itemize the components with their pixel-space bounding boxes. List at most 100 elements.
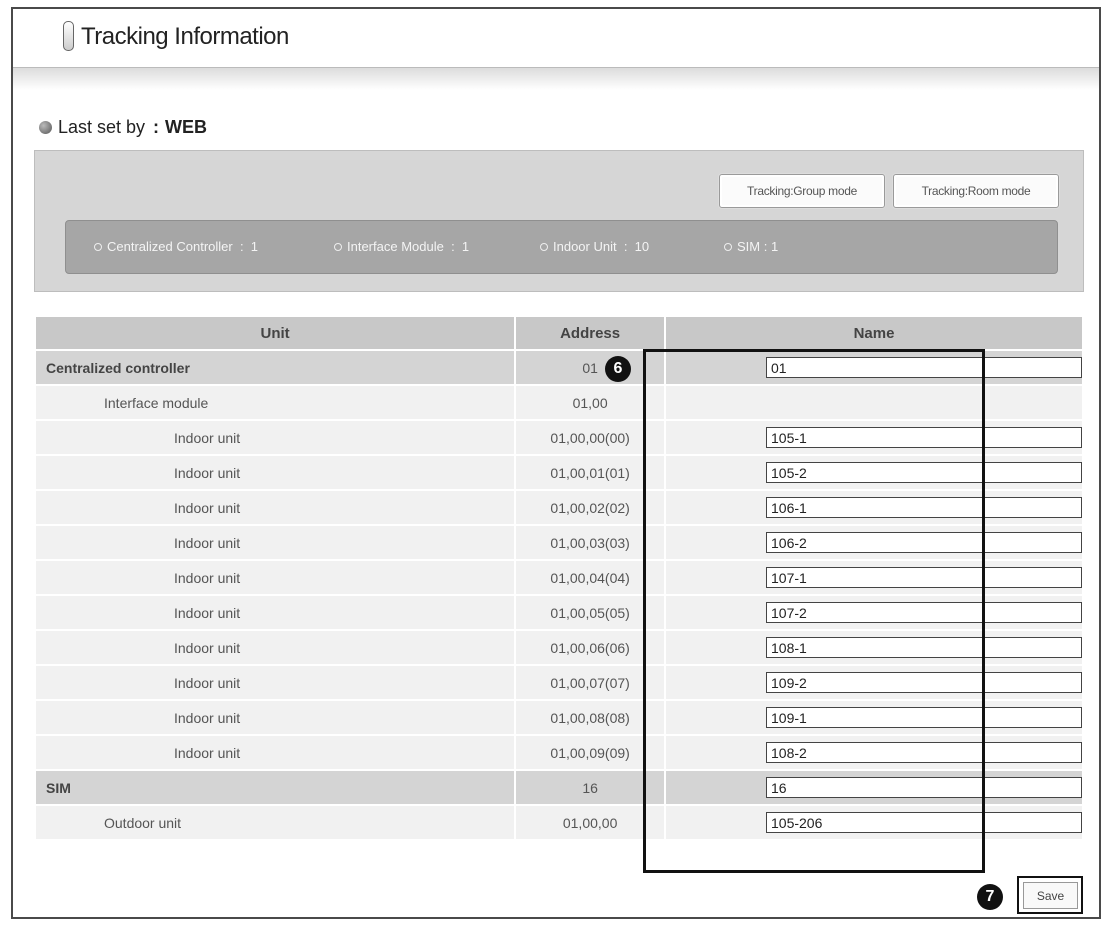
name-input[interactable] [766,602,1082,623]
address-cell: 01 [516,351,664,384]
table-row: Indoor unit 01,00,06(06) [36,631,1082,664]
table-row: Indoor unit 01,00,09(09) [36,736,1082,769]
count-interface-module: Interface Module : 1 [334,239,469,254]
tracking-room-mode-button[interactable]: Tracking:Room mode [893,174,1059,208]
count-value: 1 [770,239,779,254]
count-label: Centralized Controller [107,239,233,254]
name-input[interactable] [766,812,1082,833]
name-cell [666,736,1082,769]
bullet-icon [39,121,52,134]
name-input[interactable] [766,707,1082,728]
unit-cell: Interface module [36,386,515,419]
bullet-icon [724,242,732,251]
table-row: Outdoor unit 01,00,00 [36,806,1082,839]
address-cell: 01,00,07(07) [516,666,664,699]
last-set-label: Last set by [58,117,146,137]
unit-cell: Centralized controller [36,351,515,384]
name-cell [666,456,1082,489]
name-cell [666,701,1082,734]
table-row: Indoor unit 01,00,00(00) [36,421,1082,454]
name-cell [666,666,1082,699]
table-row: Indoor unit 01,00,02(02) [36,491,1082,524]
table-row: Indoor unit 01,00,01(01) [36,456,1082,489]
count-indoor-unit: Indoor Unit : 10 [540,239,649,254]
tracking-information-window: Tracking Information Last set by : WEB T… [11,7,1101,919]
table-row: Indoor unit 01,00,03(03) [36,526,1082,559]
name-input[interactable] [766,532,1082,553]
address-cell: 01,00 [516,386,664,419]
address-cell: 01,00,06(06) [516,631,664,664]
unit-cell: Indoor unit [36,526,515,559]
header-address: Address [516,317,664,349]
count-value: 1 [250,239,259,254]
name-input[interactable] [766,357,1082,378]
last-set-by: Last set by : WEB [39,117,207,138]
count-label: Interface Module [347,239,444,254]
table-row: Centralized controller 01 [36,351,1082,384]
header-unit: Unit [36,317,515,349]
save-callout-box: Save [1017,876,1083,914]
table-body: Centralized controller01Interface module… [36,351,1082,839]
unit-cell: Outdoor unit [36,806,515,839]
table-row: SIM 16 [36,771,1082,804]
address-cell: 01,00,08(08) [516,701,664,734]
address-cell: 01,00,03(03) [516,526,664,559]
count-centralized-controller: Centralized Controller : 1 [94,239,258,254]
bullet-icon [94,242,102,251]
count-label: Indoor Unit [553,239,617,254]
units-table: Unit Address Name Centralized controller… [34,315,1084,841]
count-sim: SIM : 1 [724,239,778,254]
name-cell [666,386,1082,419]
unit-cell: Indoor unit [36,456,515,489]
address-cell: 01,00,09(09) [516,736,664,769]
name-input[interactable] [766,637,1082,658]
unit-cell: SIM [36,771,515,804]
count-value: 1 [461,239,470,254]
save-button[interactable]: Save [1023,882,1078,909]
table-row: Interface module 01,00 [36,386,1082,419]
name-cell [666,771,1082,804]
name-cell [666,806,1082,839]
name-cell [666,526,1082,559]
tracking-group-mode-button[interactable]: Tracking:Group mode [719,174,885,208]
name-cell [666,421,1082,454]
unit-cell: Indoor unit [36,666,515,699]
summary-panel: Tracking:Group mode Tracking:Room mode C… [34,150,1084,292]
name-input[interactable] [766,777,1082,798]
bullet-icon [540,242,548,251]
name-input[interactable] [766,462,1082,483]
unit-cell: Indoor unit [36,491,515,524]
name-input[interactable] [766,427,1082,448]
table-row: Indoor unit 01,00,08(08) [36,701,1082,734]
last-set-value: WEB [165,117,208,137]
count-value: 10 [634,239,650,254]
address-cell: 01,00,00 [516,806,664,839]
name-cell [666,631,1082,664]
name-input[interactable] [766,742,1082,763]
address-cell: 01,00,05(05) [516,596,664,629]
count-label: SIM [737,239,761,254]
callout-marker-7: 7 [977,884,1003,910]
name-cell [666,596,1082,629]
unit-cell: Indoor unit [36,596,515,629]
unit-counts-bar: Centralized Controller : 1 Interface Mod… [65,220,1058,274]
table-header-row: Unit Address Name [36,317,1082,349]
unit-cell: Indoor unit [36,631,515,664]
name-cell [666,561,1082,594]
title-row: Tracking Information [13,9,1099,69]
unit-cell: Indoor unit [36,701,515,734]
name-cell [666,351,1082,384]
name-input[interactable] [766,567,1082,588]
name-input[interactable] [766,497,1082,518]
name-input[interactable] [766,672,1082,693]
last-set-separator: : [153,117,160,137]
address-cell: 01,00,01(01) [516,456,664,489]
table-row: Indoor unit 01,00,04(04) [36,561,1082,594]
address-cell: 01,00,02(02) [516,491,664,524]
address-cell: 01,00,04(04) [516,561,664,594]
title-separator [13,67,1099,90]
title-bar-icon [63,21,74,51]
unit-cell: Indoor unit [36,561,515,594]
header-name: Name [666,317,1082,349]
unit-cell: Indoor unit [36,421,515,454]
